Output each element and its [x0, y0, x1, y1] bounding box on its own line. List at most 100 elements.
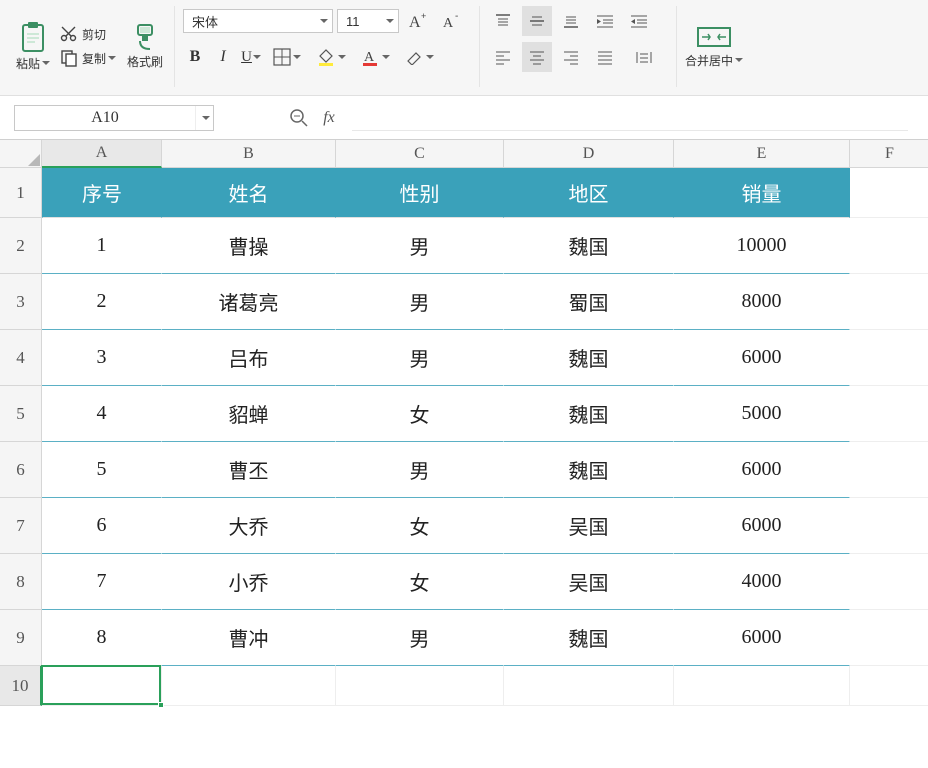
cell-D6[interactable]: 魏国 — [504, 442, 674, 498]
cell-A9[interactable]: 8 — [42, 610, 162, 666]
cell-F10[interactable] — [850, 666, 928, 706]
cell-E9[interactable]: 6000 — [674, 610, 850, 666]
cell-B7[interactable]: 大乔 — [162, 498, 336, 554]
copy-button[interactable]: 复制 — [58, 46, 118, 70]
cell-F9[interactable] — [850, 610, 928, 666]
cell-E6[interactable]: 6000 — [674, 442, 850, 498]
name-box-dropdown[interactable] — [195, 106, 213, 130]
cell-E10[interactable] — [674, 666, 850, 706]
distribute-button[interactable] — [624, 42, 664, 72]
cell-C4[interactable]: 男 — [336, 330, 504, 386]
fx-button[interactable]: fx — [314, 105, 344, 131]
cell-F8[interactable] — [850, 554, 928, 610]
cell-E8[interactable]: 4000 — [674, 554, 850, 610]
cell-D7[interactable]: 吴国 — [504, 498, 674, 554]
row-header-1[interactable]: 1 — [0, 168, 42, 218]
col-header-F[interactable]: F — [850, 140, 928, 168]
underline-button[interactable]: U — [239, 42, 263, 72]
cell-D10[interactable] — [504, 666, 674, 706]
cell-B2[interactable]: 曹操 — [162, 218, 336, 274]
cell-C3[interactable]: 男 — [336, 274, 504, 330]
cell-D8[interactable]: 吴国 — [504, 554, 674, 610]
col-header-E[interactable]: E — [674, 140, 850, 168]
cell-B1[interactable]: 姓名 — [162, 168, 336, 218]
cell-C5[interactable]: 女 — [336, 386, 504, 442]
cell-B10[interactable] — [162, 666, 336, 706]
select-all-corner[interactable] — [0, 140, 42, 168]
cell-A1[interactable]: 序号 — [42, 168, 162, 218]
decrease-font-button[interactable]: A- — [437, 6, 467, 36]
cell-A10[interactable] — [42, 666, 162, 706]
name-box[interactable]: A10 — [14, 105, 214, 131]
cell-F5[interactable] — [850, 386, 928, 442]
align-center-button[interactable] — [522, 42, 552, 72]
cell-B8[interactable]: 小乔 — [162, 554, 336, 610]
cell-D9[interactable]: 魏国 — [504, 610, 674, 666]
eraser-button[interactable] — [399, 42, 439, 72]
cell-E3[interactable]: 8000 — [674, 274, 850, 330]
increase-font-button[interactable]: A+ — [403, 6, 433, 36]
cell-C1[interactable]: 性别 — [336, 168, 504, 218]
cell-A4[interactable]: 3 — [42, 330, 162, 386]
cell-E4[interactable]: 6000 — [674, 330, 850, 386]
cell-F1[interactable] — [850, 168, 928, 218]
cell-C2[interactable]: 男 — [336, 218, 504, 274]
cell-C7[interactable]: 女 — [336, 498, 504, 554]
formula-input[interactable] — [352, 105, 908, 131]
decrease-indent-button[interactable] — [624, 6, 654, 36]
cell-E1[interactable]: 销量 — [674, 168, 850, 218]
col-header-D[interactable]: D — [504, 140, 674, 168]
cell-A2[interactable]: 1 — [42, 218, 162, 274]
cell-F3[interactable] — [850, 274, 928, 330]
row-header-4[interactable]: 4 — [0, 330, 42, 386]
cell-E5[interactable]: 5000 — [674, 386, 850, 442]
align-bottom-button[interactable] — [556, 6, 586, 36]
col-header-A[interactable]: A — [42, 140, 162, 168]
cell-A8[interactable]: 7 — [42, 554, 162, 610]
fill-color-button[interactable] — [311, 42, 351, 72]
cell-B4[interactable]: 吕布 — [162, 330, 336, 386]
cell-D2[interactable]: 魏国 — [504, 218, 674, 274]
cell-F6[interactable] — [850, 442, 928, 498]
cell-D5[interactable]: 魏国 — [504, 386, 674, 442]
cell-D1[interactable]: 地区 — [504, 168, 674, 218]
row-header-2[interactable]: 2 — [0, 218, 42, 274]
cell-F4[interactable] — [850, 330, 928, 386]
cell-C8[interactable]: 女 — [336, 554, 504, 610]
align-right-button[interactable] — [556, 42, 586, 72]
row-header-9[interactable]: 9 — [0, 610, 42, 666]
align-top-button[interactable] — [488, 6, 518, 36]
cell-E2[interactable]: 10000 — [674, 218, 850, 274]
col-header-B[interactable]: B — [162, 140, 336, 168]
cell-F7[interactable] — [850, 498, 928, 554]
cell-C6[interactable]: 男 — [336, 442, 504, 498]
row-header-6[interactable]: 6 — [0, 442, 42, 498]
fill-handle[interactable] — [158, 702, 164, 708]
cell-F2[interactable] — [850, 218, 928, 274]
cell-C10[interactable] — [336, 666, 504, 706]
cell-A3[interactable]: 2 — [42, 274, 162, 330]
bold-button[interactable]: B — [183, 42, 207, 72]
font-color-button[interactable]: A — [355, 42, 395, 72]
italic-button[interactable]: I — [211, 42, 235, 72]
font-family-combo[interactable]: 宋体 — [183, 9, 333, 33]
col-header-C[interactable]: C — [336, 140, 504, 168]
cell-A6[interactable]: 5 — [42, 442, 162, 498]
cell-A7[interactable]: 6 — [42, 498, 162, 554]
cell-D3[interactable]: 蜀国 — [504, 274, 674, 330]
row-header-5[interactable]: 5 — [0, 386, 42, 442]
align-left-button[interactable] — [488, 42, 518, 72]
cell-A5[interactable]: 4 — [42, 386, 162, 442]
merge-center-button[interactable]: 合并居中 — [685, 6, 743, 86]
cell-B3[interactable]: 诸葛亮 — [162, 274, 336, 330]
cell-E7[interactable]: 6000 — [674, 498, 850, 554]
cell-B6[interactable]: 曹丕 — [162, 442, 336, 498]
zoom-button[interactable] — [284, 105, 314, 131]
borders-button[interactable] — [267, 42, 307, 72]
increase-indent-button[interactable] — [590, 6, 620, 36]
cell-B5[interactable]: 貂蝉 — [162, 386, 336, 442]
cell-D4[interactable]: 魏国 — [504, 330, 674, 386]
row-header-8[interactable]: 8 — [0, 554, 42, 610]
cell-B9[interactable]: 曹冲 — [162, 610, 336, 666]
format-painter-button[interactable]: 格式刷 — [124, 6, 166, 86]
